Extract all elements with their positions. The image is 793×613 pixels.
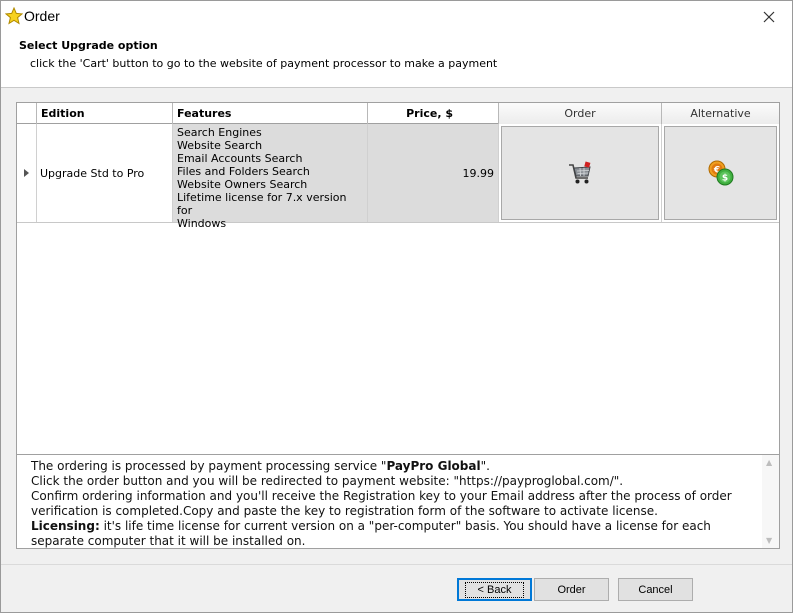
info-line-licensing: Licensing: it's life time license for cu… [31,519,761,549]
cart-button[interactable] [501,126,659,220]
content-frame: Edition Features Price, $ Order Alternat… [16,102,780,549]
scroll-down-icon[interactable]: ▼ [766,536,772,545]
column-header-price[interactable]: Price, $ [368,103,499,124]
info-line1-suffix: ". [480,459,490,473]
grid-header-indicator [17,103,37,124]
feature-item: Lifetime license for 7.x version for [177,191,347,217]
header-subtitle: click the 'Cart' button to go to the web… [30,57,498,70]
window-title: Order [24,8,60,24]
row-indicator [17,124,37,222]
info-line-processor: The ordering is processed by payment pro… [31,459,761,474]
feature-item: Windows [177,217,227,230]
edition-cell: Upgrade Std to Pro [37,124,173,222]
upgrade-grid: Edition Features Price, $ Order Alternat… [17,103,779,454]
back-button-label: < Back [464,581,525,598]
close-button[interactable] [746,1,792,32]
table-row[interactable]: Upgrade Std to Pro Search Engines Websit… [17,124,779,230]
grid-header: Edition Features Price, $ Order Alternat… [17,103,779,124]
licensing-label: Licensing: [31,519,100,533]
currency-coins-icon: € $ [708,160,733,186]
header-panel: Select Upgrade option click the 'Cart' b… [1,32,792,88]
close-icon [763,11,775,22]
footer-divider [1,564,792,565]
order-cell [499,124,662,222]
column-header-features[interactable]: Features [173,103,368,124]
column-header-edition[interactable]: Edition [37,103,173,124]
shopping-cart-icon [569,161,591,184]
processor-name: PayPro Global [386,459,481,473]
row-pointer-icon [24,169,29,177]
column-header-order[interactable]: Order [499,103,662,124]
feature-item: Website Owners Search [177,178,308,191]
info-scrollbar[interactable]: ▲ ▼ [762,455,779,548]
order-button[interactable]: Order [534,578,609,601]
star-icon [4,6,24,25]
alternative-payment-button[interactable]: € $ [664,126,777,220]
info-line-confirm: Confirm ordering information and you'll … [31,489,732,518]
scroll-up-icon[interactable]: ▲ [766,458,772,467]
licensing-text: it's life time license for current versi… [31,519,711,548]
title-bar: Order [1,1,792,32]
info-box: The ordering is processed by payment pro… [17,454,779,548]
info-line-redirect: Click the order button and you will be r… [31,474,624,488]
header-title: Select Upgrade option [19,39,158,52]
cancel-button[interactable]: Cancel [618,578,693,601]
feature-item: Search Engines [177,126,262,139]
feature-item: Email Accounts Search [177,152,303,165]
features-cell: Search Engines Website Search Email Acco… [173,124,368,230]
column-header-alternative[interactable]: Alternative [662,103,779,124]
back-button[interactable]: < Back [457,578,532,601]
info-line1-prefix: The ordering is processed by payment pro… [31,459,387,473]
info-text: The ordering is processed by payment pro… [31,459,761,549]
feature-item: Files and Folders Search [177,165,310,178]
alternative-cell: € $ [662,124,779,222]
svg-text:$: $ [721,174,727,184]
price-cell: 19.99 [368,124,499,222]
feature-item: Website Search [177,139,263,152]
order-dialog: Order Select Upgrade option click the 'C… [0,0,793,613]
